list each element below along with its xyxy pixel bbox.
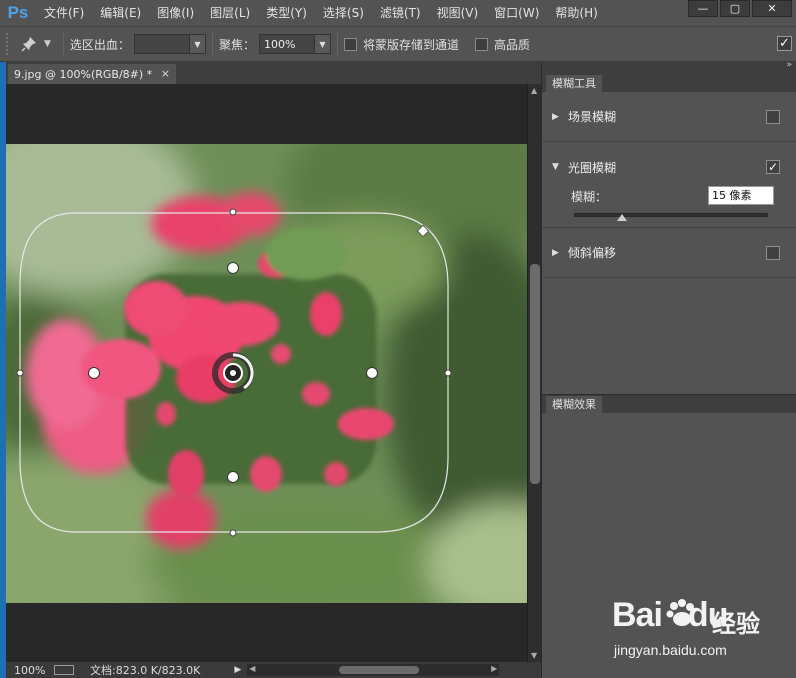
iris-blur-label: 光圈模糊: [568, 160, 617, 175]
iris-edge-handle-bottom: [229, 529, 237, 537]
maximize-button[interactable]: ▢: [720, 0, 750, 17]
menu-bar: Ps 文件(F) 编辑(E) 图像(I) 图层(L) 类型(Y) 选择(S) 滤…: [0, 0, 796, 26]
options-bar: ▼ 选区出血： ▼ 聚焦： 100% ▼ 将蒙版存储到通道 高品质 ✓: [0, 26, 796, 62]
feather-handle-left: [88, 367, 100, 379]
tilt-shift-label: 倾斜偏移: [568, 246, 617, 260]
blur-amount-ring-icon: [212, 352, 254, 394]
status-bar: 100% 文档:823.0 K/823.0K ▶ ◀ ▶: [6, 662, 541, 678]
document-size: 文档:823.0 K/823.0K: [90, 664, 201, 677]
proof-icon: [54, 665, 74, 675]
chevron-down-icon[interactable]: ▼: [188, 35, 205, 53]
selection-bleed-label: 选区出血：: [69, 37, 130, 52]
document-tab[interactable]: 9.jpg @ 100%(RGB/8#) * ×: [8, 64, 176, 84]
close-icon[interactable]: ×: [161, 67, 170, 80]
menu-filter[interactable]: 滤镜(T): [372, 0, 429, 26]
menu-window[interactable]: 窗口(W): [486, 0, 547, 26]
blur-amount-input[interactable]: 15 像素: [708, 186, 774, 205]
photoshop-logo: Ps: [7, 3, 29, 22]
pin-icon[interactable]: [14, 33, 44, 55]
panel-dock: » 模糊工具 ▶ 场景模糊 ▼ 光圈模糊 ✓ 模糊： 15 像素 ▶ 倾斜偏移: [541, 60, 796, 678]
status-menu-arrow-icon[interactable]: ▶: [234, 665, 241, 675]
vertical-scroll-thumb[interactable]: [530, 264, 540, 484]
iris-blur-checkbox[interactable]: ✓: [766, 160, 780, 174]
chevron-down-icon[interactable]: ▼: [44, 39, 51, 49]
selection-bleed-field[interactable]: ▼: [133, 34, 206, 54]
field-blur-label: 场景模糊: [568, 110, 617, 124]
canvas-area[interactable]: [6, 84, 527, 662]
field-blur-checkbox[interactable]: [766, 109, 780, 124]
focus-field[interactable]: 100% ▼: [258, 34, 331, 54]
menu-layer[interactable]: 图层(L): [202, 0, 258, 26]
close-button[interactable]: ✕: [752, 0, 792, 17]
scroll-left-icon[interactable]: ◀: [249, 664, 255, 673]
iris-blur-group: ▼ 光圈模糊 ✓ 模糊： 15 像素: [542, 142, 796, 228]
divider: [211, 33, 213, 55]
iris-edge-handle-top: [229, 208, 237, 216]
apply-checkmark-icon[interactable]: ✓: [777, 36, 792, 51]
menu-file[interactable]: 文件(F): [36, 0, 92, 26]
tilt-shift-checkbox[interactable]: [766, 245, 780, 260]
iris-edge-handle-right: [444, 369, 452, 377]
save-mask-checkbox[interactable]: [343, 37, 357, 51]
save-mask-label: 将蒙版存储到通道: [362, 37, 459, 52]
window-controls: — ▢ ✕: [688, 0, 792, 17]
tab-blur-effects[interactable]: 模糊效果: [546, 396, 602, 413]
document-tab-title: 9.jpg @ 100%(RGB/8#) *: [14, 67, 153, 81]
horizontal-scroll-thumb[interactable]: [339, 666, 420, 674]
document-tab-bar: 9.jpg @ 100%(RGB/8#) * ×: [6, 62, 541, 84]
focus-label: 聚焦：: [218, 37, 255, 52]
menu-type[interactable]: 类型(Y): [258, 0, 315, 26]
options-grip[interactable]: [6, 33, 14, 55]
divider: [62, 33, 64, 55]
iris-roundness-handle: [416, 224, 430, 238]
divider: [336, 33, 338, 55]
scroll-up-icon[interactable]: ▲: [531, 86, 537, 95]
field-blur-row[interactable]: ▶ 场景模糊: [542, 92, 796, 142]
menu-image[interactable]: 图像(I): [149, 0, 202, 26]
dock-header: »: [542, 60, 796, 74]
blur-amount-label: 模糊：: [571, 190, 608, 204]
minimize-button[interactable]: —: [688, 0, 718, 17]
menu-edit[interactable]: 编辑(E): [92, 0, 149, 26]
collapse-panels-icon[interactable]: »: [786, 60, 792, 70]
tab-blur-tools[interactable]: 模糊工具: [546, 75, 602, 92]
scroll-right-icon[interactable]: ▶: [491, 664, 497, 673]
feather-handle-top: [227, 262, 239, 274]
iris-blur-overlay[interactable]: [6, 84, 527, 662]
feather-handle-bottom: [227, 471, 239, 483]
high-quality-label: 高品质: [493, 37, 530, 52]
zoom-level[interactable]: 100%: [6, 664, 46, 677]
expand-triangle-icon[interactable]: ▶: [552, 248, 568, 258]
menu-view[interactable]: 视图(V): [429, 0, 487, 26]
menu-help[interactable]: 帮助(H): [547, 0, 605, 26]
chevron-down-icon[interactable]: ▼: [313, 35, 330, 53]
scroll-down-icon[interactable]: ▼: [531, 651, 537, 660]
horizontal-scrollbar[interactable]: ◀ ▶: [247, 664, 500, 676]
expand-triangle-icon[interactable]: ▶: [552, 112, 568, 122]
iris-blur-row[interactable]: ▼ 光圈模糊 ✓: [542, 142, 796, 192]
blur-effects-panel: 模糊效果: [542, 394, 796, 678]
blur-tools-panel: ▶ 场景模糊 ▼ 光圈模糊 ✓ 模糊： 15 像素 ▶ 倾斜偏移: [542, 92, 796, 278]
high-quality-checkbox[interactable]: [474, 37, 488, 51]
tilt-shift-row[interactable]: ▶ 倾斜偏移: [542, 228, 796, 278]
iris-edge-handle-left: [16, 369, 24, 377]
feather-handle-right: [366, 367, 378, 379]
blur-amount-slider-knob[interactable]: [616, 214, 627, 221]
blur-amount-slider[interactable]: [574, 213, 768, 221]
blur-effects-tabbar: 模糊效果: [542, 395, 796, 413]
menu-select[interactable]: 选择(S): [315, 0, 372, 26]
blur-tools-tabbar: 模糊工具: [542, 74, 796, 92]
collapse-triangle-icon[interactable]: ▼: [552, 162, 568, 172]
vertical-scrollbar[interactable]: ▲ ▼: [527, 84, 541, 662]
focus-value: 100%: [263, 37, 296, 51]
